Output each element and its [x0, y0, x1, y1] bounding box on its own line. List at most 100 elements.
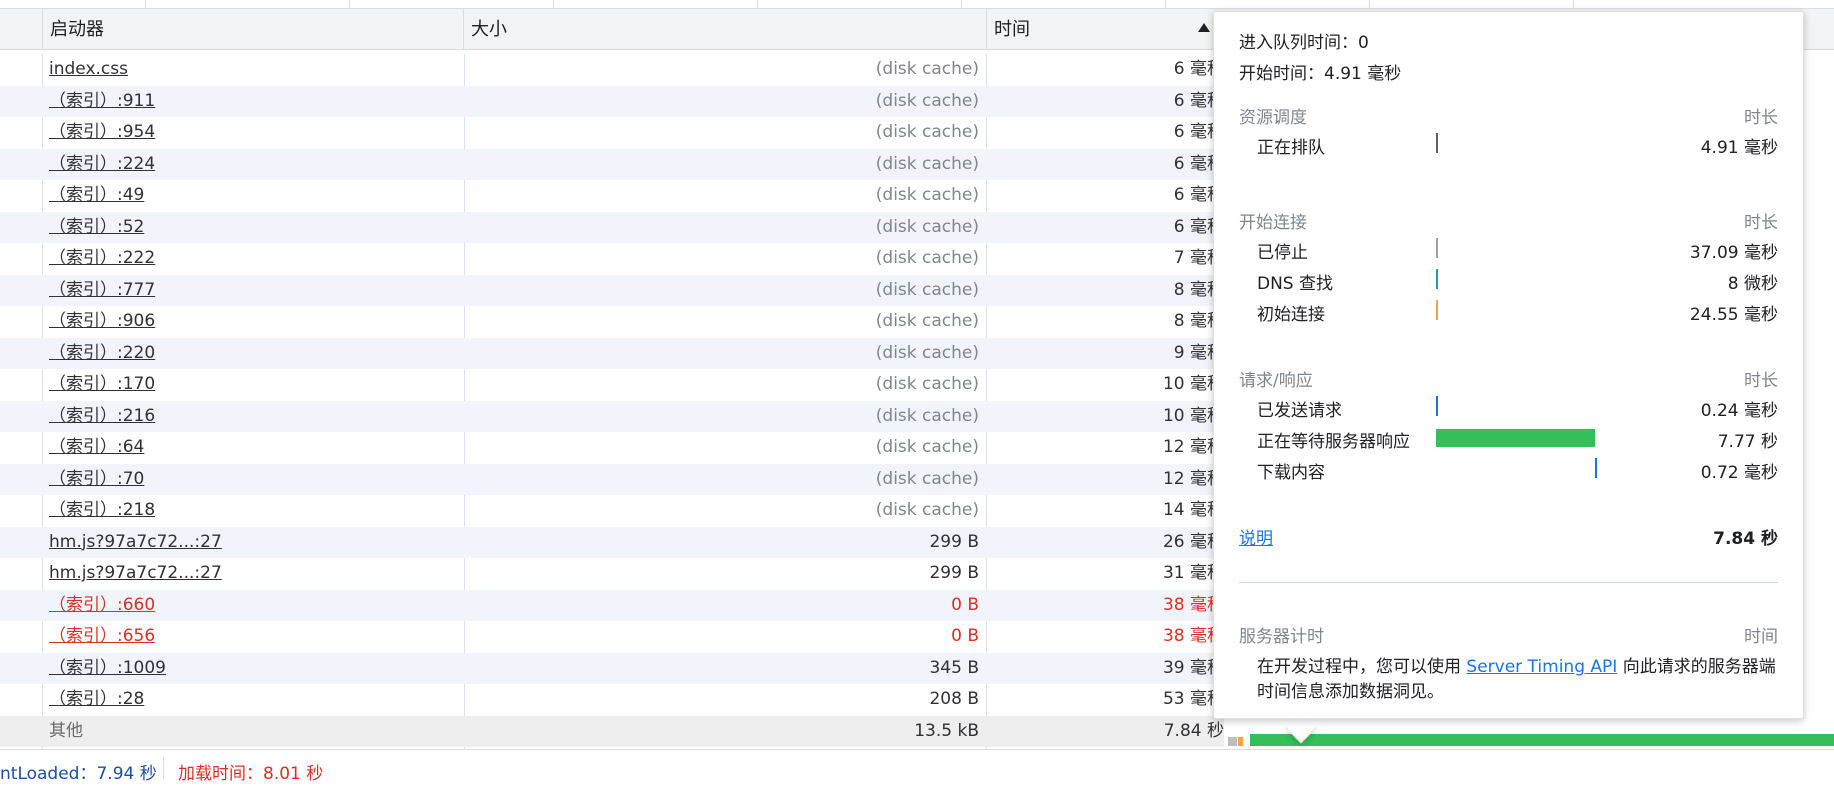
- table-row[interactable]: （索引）:1009 345 B 39 毫秒: [0, 652, 1224, 685]
- column-divider: [1369, 0, 1370, 9]
- load-time: 加载时间：8.01 秒: [178, 764, 324, 784]
- column-header-initiator[interactable]: 启动器: [42, 9, 465, 50]
- initiator-link[interactable]: （索引）:1009: [49, 653, 166, 685]
- section-resource-scheduling: 资源调度: [1239, 108, 1307, 128]
- dom-content-loaded-time: ntLoaded：7.94 秒: [0, 764, 157, 784]
- initiator-link[interactable]: （索引）:70: [49, 464, 144, 496]
- table-row[interactable]: 其他 13.5 kB 7.84 秒: [0, 715, 1224, 747]
- size-cell: (disk cache): [875, 311, 979, 331]
- initiator-link[interactable]: （索引）:170: [49, 369, 155, 401]
- sort-ascending-icon[interactable]: [1198, 23, 1210, 32]
- table-row[interactable]: （索引）:660 0 B 38 毫秒: [0, 589, 1224, 622]
- table-row[interactable]: index.css (disk cache) 6 毫秒: [0, 54, 1224, 86]
- timing-phase-label: 正在排队: [1257, 138, 1325, 158]
- column-divider: [145, 0, 146, 9]
- initiator-link[interactable]: （索引）:954: [49, 117, 155, 149]
- timing-phase-bar: [1436, 269, 1438, 289]
- initiator-link[interactable]: （索引）:220: [49, 338, 155, 370]
- size-cell: 299 B: [929, 531, 979, 552]
- table-row[interactable]: （索引）:64 (disk cache) 12 毫秒: [0, 432, 1224, 464]
- table-row[interactable]: （索引）:777 (disk cache) 8 毫秒: [0, 274, 1224, 307]
- timing-phase-bar: [1436, 300, 1438, 320]
- column-header-strip: [0, 0, 1834, 9]
- initiator-link[interactable]: （索引）:216: [49, 401, 155, 433]
- table-row[interactable]: （索引）:28 208 B 53 毫秒: [0, 684, 1224, 716]
- size-cell: (disk cache): [875, 342, 979, 363]
- status-divider: [163, 757, 164, 779]
- table-row[interactable]: （索引）:222 (disk cache) 7 毫秒: [0, 243, 1224, 275]
- column-divider: [349, 0, 350, 9]
- initiator-link[interactable]: （索引）:911: [49, 86, 155, 118]
- timing-phase-label: 下载内容: [1257, 463, 1325, 483]
- duration-header: 时长: [1744, 213, 1778, 233]
- server-timing-api-link[interactable]: Server Timing API: [1466, 657, 1617, 677]
- timing-phase-duration: 0.72 毫秒: [1700, 463, 1778, 483]
- size-cell: 13.5 kB: [914, 720, 979, 741]
- initiator-link[interactable]: （索引）:218: [49, 495, 155, 527]
- waterfall-connect-segment: [1238, 737, 1243, 746]
- initiator-link[interactable]: （索引）:656: [49, 621, 155, 653]
- size-cell: 0 B: [951, 626, 979, 646]
- table-row[interactable]: （索引）:218 (disk cache) 14 毫秒: [0, 495, 1224, 527]
- table-row[interactable]: （索引）:216 (disk cache) 10 毫秒: [0, 400, 1224, 433]
- timing-phase-label: 已发送请求: [1257, 401, 1342, 421]
- timing-phase-duration: 7.77 秒: [1717, 432, 1778, 452]
- popup-divider: [1239, 582, 1778, 583]
- timing-phase-duration: 24.55 毫秒: [1689, 305, 1778, 325]
- explanation-link[interactable]: 说明: [1239, 524, 1273, 549]
- size-cell: 0 B: [951, 594, 979, 615]
- timing-phase-duration: 0.24 毫秒: [1700, 401, 1778, 421]
- server-timing-note: 在开发过程中，您可以使用 Server Timing API 向此请求的服务器端…: [1257, 655, 1782, 705]
- initiator-link[interactable]: hm.js?97a7c72...:27: [49, 558, 222, 590]
- initiator-link[interactable]: index.css: [49, 54, 128, 86]
- section-request-response: 请求/响应: [1239, 371, 1313, 391]
- section-server-timing: 服务器计时: [1239, 627, 1324, 647]
- section-connection-start: 开始连接: [1239, 213, 1307, 233]
- table-row[interactable]: （索引）:170 (disk cache) 10 毫秒: [0, 369, 1224, 401]
- duration-header: 时长: [1744, 108, 1778, 128]
- initiator-link[interactable]: （索引）:222: [49, 243, 155, 275]
- column-header-time[interactable]: 时间: [986, 9, 1224, 50]
- size-cell: 208 B: [929, 689, 979, 709]
- table-row[interactable]: （索引）:220 (disk cache) 9 毫秒: [0, 337, 1224, 370]
- table-row[interactable]: （索引）:656 0 B 38 毫秒: [0, 621, 1224, 653]
- timing-phase-label: 正在等待服务器响应: [1257, 432, 1410, 452]
- timing-phase-label: 初始连接: [1257, 305, 1325, 325]
- table-row[interactable]: （索引）:49 (disk cache) 6 毫秒: [0, 180, 1224, 212]
- table-row[interactable]: hm.js?97a7c72...:27 299 B 26 毫秒: [0, 526, 1224, 559]
- table-row[interactable]: （索引）:911 (disk cache) 6 毫秒: [0, 85, 1224, 118]
- initiator-link[interactable]: （索引）:224: [49, 149, 155, 181]
- timing-phase-label: 已停止: [1257, 243, 1308, 263]
- size-cell: (disk cache): [875, 122, 979, 142]
- waterfall-queue-segment: [1228, 737, 1237, 746]
- size-cell: 299 B: [929, 563, 979, 583]
- initiator-link[interactable]: （索引）:660: [49, 590, 155, 622]
- total-duration: 7.84 秒: [1713, 529, 1778, 549]
- table-row[interactable]: hm.js?97a7c72...:27 299 B 31 毫秒: [0, 558, 1224, 590]
- table-row[interactable]: （索引）:954 (disk cache) 6 毫秒: [0, 117, 1224, 149]
- timing-phase-bar: [1436, 396, 1438, 416]
- column-divider: [757, 0, 758, 9]
- initiator-link[interactable]: （索引）:52: [49, 212, 144, 244]
- size-cell: 345 B: [929, 657, 979, 678]
- initiator-link[interactable]: （索引）:906: [49, 306, 155, 338]
- size-cell: (disk cache): [875, 279, 979, 300]
- size-cell: (disk cache): [875, 59, 979, 79]
- table-row[interactable]: （索引）:906 (disk cache) 8 毫秒: [0, 306, 1224, 338]
- initiator-link[interactable]: （索引）:28: [49, 684, 144, 716]
- initiator-link[interactable]: （索引）:777: [49, 275, 155, 307]
- timing-phase-bar: [1436, 133, 1438, 153]
- initiator-link[interactable]: （索引）:64: [49, 432, 144, 464]
- column-header-size[interactable]: 大小: [463, 9, 987, 50]
- timing-phase-bar: [1595, 458, 1597, 478]
- size-cell: (disk cache): [875, 216, 979, 237]
- waterfall-waiting-bar[interactable]: [1250, 734, 1834, 746]
- timing-popup: 进入队列时间：0 开始时间：4.91 毫秒 资源调度 时长 开始连接 时长 请求…: [1213, 11, 1804, 719]
- request-table-body: index.css (disk cache) 6 毫秒 （索引）:911 (disk c…: [0, 54, 1224, 747]
- initiator-link[interactable]: （索引）:49: [49, 180, 144, 212]
- timing-phase-duration: 8 微秒: [1727, 274, 1778, 294]
- initiator-link[interactable]: hm.js?97a7c72...:27: [49, 527, 222, 559]
- table-row[interactable]: （索引）:70 (disk cache) 12 毫秒: [0, 463, 1224, 496]
- table-row[interactable]: （索引）:224 (disk cache) 6 毫秒: [0, 148, 1224, 181]
- table-row[interactable]: （索引）:52 (disk cache) 6 毫秒: [0, 211, 1224, 244]
